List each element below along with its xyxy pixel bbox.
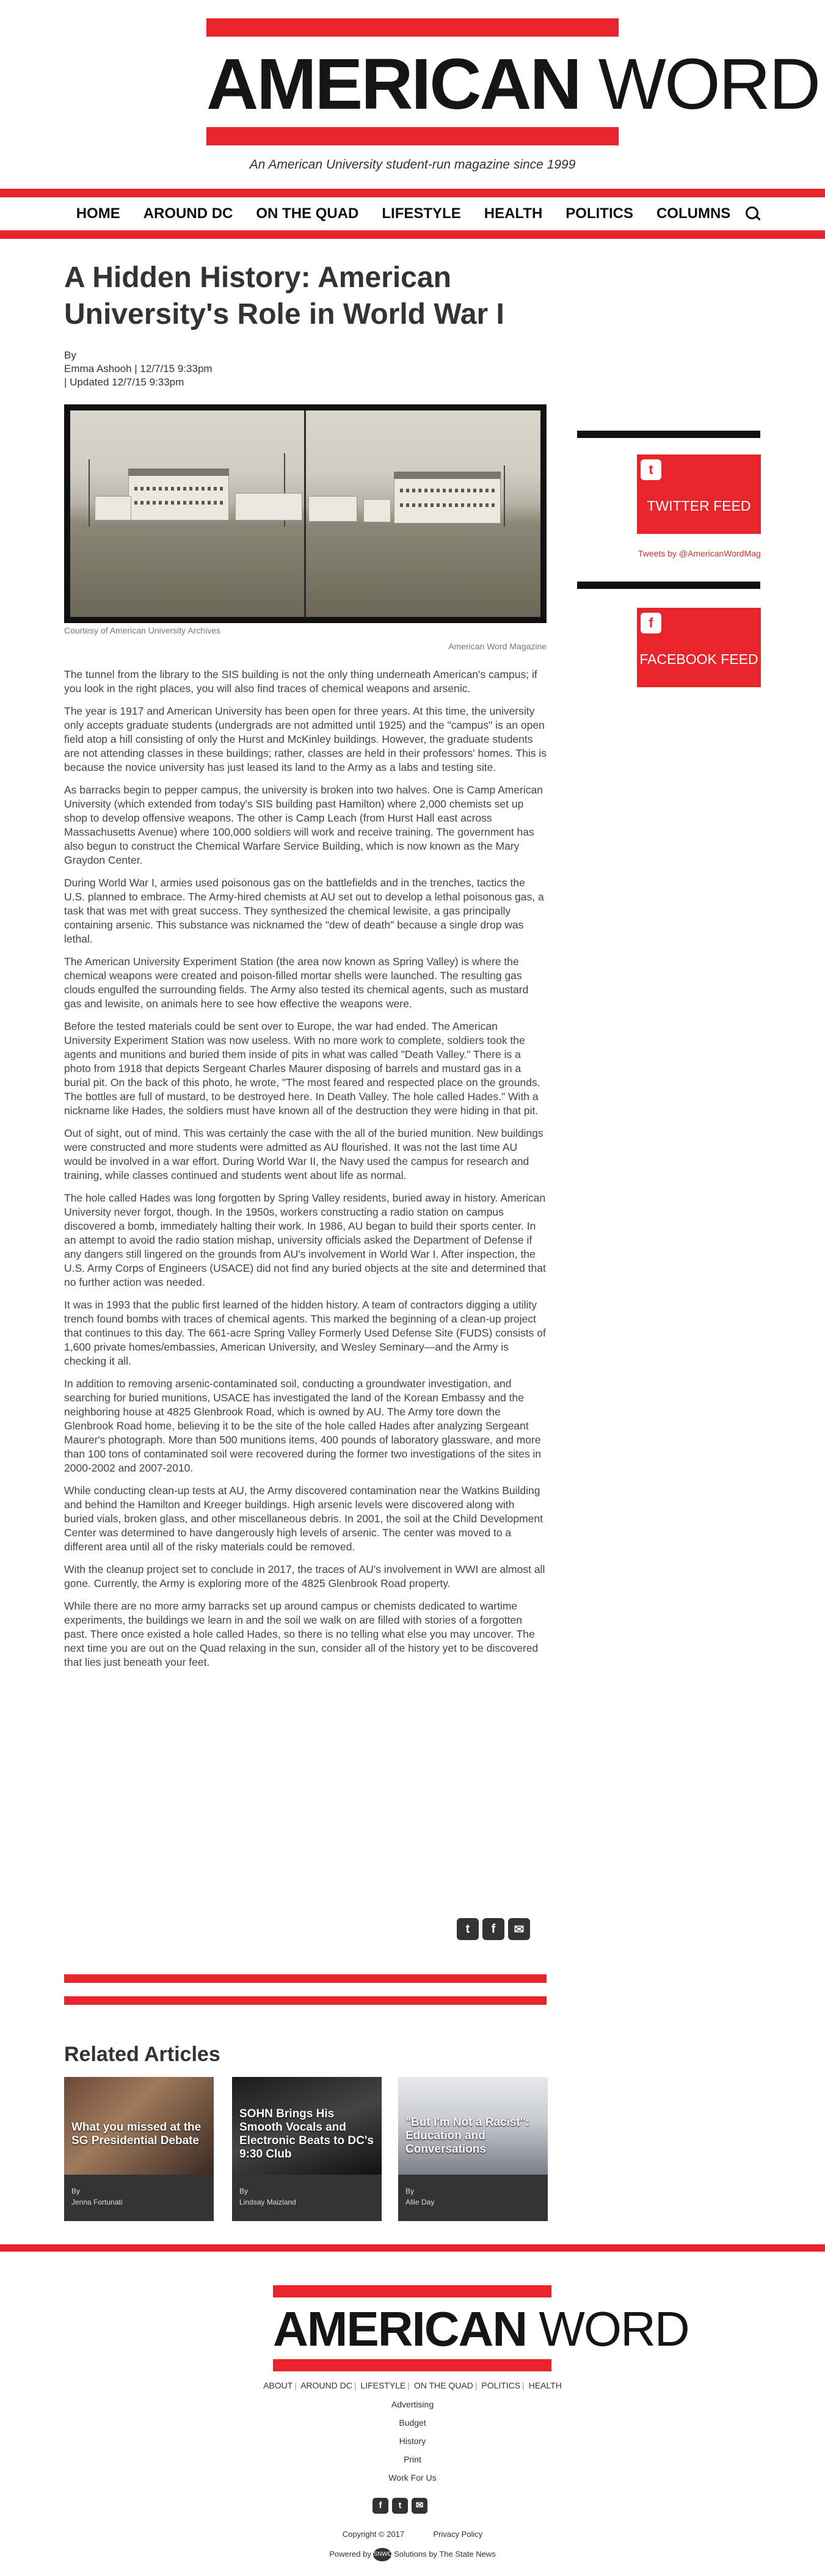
footer-nav-health[interactable]: HEALTH [529,2381,562,2390]
updated-date: | Updated 12/7/15 9:33pm [64,376,184,388]
twitter-icon[interactable]: t [457,1918,479,1940]
privacy-link[interactable]: Privacy Policy [433,2530,482,2539]
divider-bar [64,1974,547,1983]
tweets-link[interactable]: Tweets by @AmericanWordMag [638,549,761,558]
paragraph: The hole called Hades was long forgotten… [64,1192,546,1288]
paragraph: Before the tested materials could be sen… [64,1020,540,1117]
twitter-feed-label: TWITTER FEED [647,498,751,514]
facebook-icon: f [641,613,661,633]
footer-nav-around-dc[interactable]: AROUND DC [300,2381,352,2390]
email-icon[interactable]: ✉ [412,2498,427,2514]
footer-social: f t ✉ [373,2498,427,2514]
main-nav: HOME AROUND DC ON THE QUAD LIFESTYLE HEA… [0,197,825,230]
powered-by: Powered by SNWORKS Solutions by The Stat… [0,2548,825,2561]
paragraph: The tunnel from the library to the SIS b… [64,668,537,695]
nav-bottom-rule [0,230,825,239]
logo-text: AMERICAN WORD [273,2302,690,2356]
card-by: By [405,2187,415,2195]
sidebar-rule [577,431,760,438]
footer-link-advertising[interactable]: Advertising [0,2399,825,2409]
nav-around-dc[interactable]: AROUND DC [132,205,245,222]
footer-link-history[interactable]: History [0,2436,825,2446]
powered-prefix: Powered by [329,2549,371,2559]
card-author[interactable]: Jenna Fortunati [71,2198,122,2206]
logo-bar-top [273,2285,551,2297]
related-card[interactable]: What you missed at the SG Presidential D… [64,2077,214,2221]
footer-nav-on-the-quad[interactable]: ON THE QUAD [414,2381,473,2390]
nav-home[interactable]: HOME [65,205,132,222]
nav-politics[interactable]: POLITICS [554,205,645,222]
nav-top-rule [0,189,825,197]
card-by: By [71,2187,81,2195]
paragraph: The year is 1917 and American University… [64,705,547,773]
paragraph: With the cleanup project set to conclude… [64,1563,545,1589]
paragraph: During World War I, armies used poisonou… [64,877,544,945]
paragraph: The American University Experiment Stati… [64,955,529,1010]
paragraph: Out of sight, out of mind. This was cert… [64,1127,543,1181]
search-icon[interactable] [746,206,760,221]
copyright: Copyright © 2017 Privacy Policy [0,2530,825,2539]
footer-link-print[interactable]: Print [0,2454,825,2464]
tagline: An American University student-run magaz… [249,158,576,172]
sidebar-rule [577,582,760,589]
nav-columns[interactable]: COLUMNS [645,205,742,222]
author-link[interactable]: Emma Ashooh | 12/7/15 9:33pm [64,363,213,374]
byline: By Emma Ashooh | 12/7/15 9:33pm | Update… [64,349,547,389]
related-card[interactable]: "But I'm Not a Racist": Education and Co… [398,2077,548,2221]
copyright-text: Copyright © 2017 [342,2530,405,2539]
paragraph: In addition to removing arsenic-contamin… [64,1377,542,1474]
article-photo [64,404,547,623]
footer-nav-politics[interactable]: POLITICS [481,2381,520,2390]
share-buttons: t f ✉ [457,1918,530,1940]
photo-source: American Word Magazine [448,641,547,651]
footer-nav-about[interactable]: ABOUT [263,2381,293,2390]
paragraph: While there are no more army barracks se… [64,1600,539,1668]
related-card[interactable]: SOHN Brings His Smooth Vocals and Electr… [232,2077,382,2221]
twitter-icon[interactable]: t [392,2498,408,2514]
site-logo[interactable]: AMERICAN WORD [206,18,821,145]
card-title[interactable]: SOHN Brings His Smooth Vocals and Electr… [239,2107,377,2161]
card-title[interactable]: "But I'm Not a Racist": Education and Co… [405,2116,543,2156]
divider-bar [64,1996,547,2005]
card-author[interactable]: Allie Day [405,2198,434,2206]
logo-bar-top [206,18,619,37]
facebook-icon[interactable]: f [482,1918,504,1940]
facebook-icon[interactable]: f [373,2498,388,2514]
snworks-logo[interactable]: SNWORKS [373,2548,405,2561]
footer-logo[interactable]: AMERICAN WORD [273,2285,690,2371]
related-heading: Related Articles [64,2043,220,2066]
footer-rule [0,2244,825,2252]
nav-health[interactable]: HEALTH [473,205,554,222]
logo-text: AMERICAN WORD [206,44,821,125]
article-title: A Hidden History: American University's … [64,261,504,330]
footer-link-work-for-us[interactable]: Work For Us [0,2473,825,2483]
paragraph: It was in 1993 that the public first lea… [64,1299,546,1367]
powered-suffix: Solutions by The State News [394,2549,496,2559]
card-by: By [239,2187,249,2195]
masthead: AMERICAN WORD An American University stu… [0,0,825,183]
logo-bar-bottom [273,2359,551,2371]
paragraph: As barracks begin to pepper campus, the … [64,784,543,866]
article-body: The tunnel from the library to the SIS b… [64,668,547,1678]
card-author[interactable]: Lindsay Maizland [239,2198,296,2206]
nav-lifestyle[interactable]: LIFESTYLE [370,205,472,222]
twitter-icon: t [641,459,661,480]
photo-credit: Courtesy of American University Archives [64,626,220,635]
facebook-feed-label: FACEBOOK FEED [639,651,758,667]
by-label: By [64,349,76,361]
logo-bar-bottom [206,127,619,145]
footer-nav-lifestyle[interactable]: LIFESTYLE [360,2381,405,2390]
nav-on-the-quad[interactable]: ON THE QUAD [244,205,370,222]
card-title[interactable]: What you missed at the SG Presidential D… [71,2121,209,2148]
email-icon[interactable]: ✉ [508,1918,530,1940]
footer-link-budget[interactable]: Budget [0,2418,825,2428]
article-header: A Hidden History: American University's … [64,260,547,389]
paragraph: While conducting clean-up tests at AU, t… [64,1484,543,1553]
footer-nav: ABOUT | AROUND DC | LIFESTYLE | ON THE QUAD… [263,2381,562,2390]
